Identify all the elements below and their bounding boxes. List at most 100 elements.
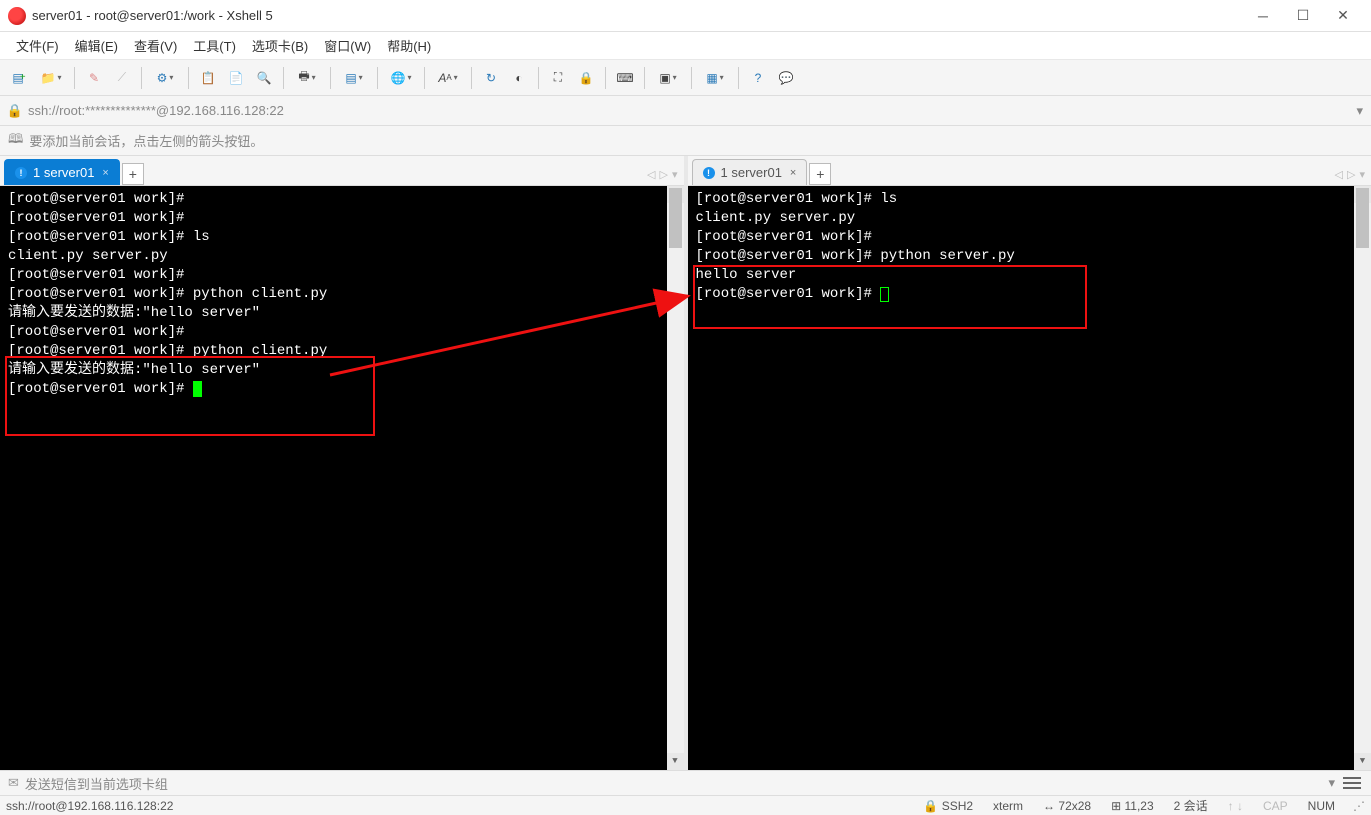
encoding-icon[interactable]: 🌐 [384,65,418,91]
term-line: hello server [696,266,1366,285]
feedback-icon[interactable]: 💬 [773,65,799,91]
toolbar-separator [424,67,425,89]
toolbar-separator [377,67,378,89]
fullscreen-icon[interactable]: ⛶ [545,65,571,91]
theme-icon[interactable]: ▤ [337,65,371,91]
edit-session-icon[interactable]: ✎ [81,65,107,91]
menu-file[interactable]: 文件(F) [10,32,65,59]
term-line: 请输入要发送的数据:"hello server" [8,304,678,323]
status-term: xterm [989,799,1027,813]
tab-next-icon[interactable]: ▷ [660,168,668,181]
scroll-thumb[interactable] [1356,188,1369,248]
tab-prev-icon[interactable]: ◁ [1335,168,1343,181]
tab-nav-left: ◁ ▷ ▾ [647,168,677,181]
menubar: 文件(F) 编辑(E) 查看(V) 工具(T) 选项卡(B) 窗口(W) 帮助(… [0,32,1371,60]
quick-command-icon[interactable]: ◐ [506,65,532,91]
address-bar[interactable]: 🔒 ssh://root:**************@192.168.116.… [0,96,1371,126]
menu-window[interactable]: 窗口(W) [318,32,377,59]
scroll-down-icon[interactable]: ▼ [667,753,684,770]
toolbar-separator [330,67,331,89]
term-line: [root@server01 work]# ls [8,228,678,247]
panel-left: 1 server01 × + ◁ ▷ ▾ [root@server01 work… [0,156,688,770]
lock-icon[interactable]: 🔒 [573,65,599,91]
close-button[interactable]: ✕ [1323,0,1363,32]
new-session-icon[interactable]: ▤+ [6,65,32,91]
status-sessions: 2 会话 [1170,797,1212,814]
terminal-left[interactable]: [root@server01 work]# [root@server01 wor… [0,186,684,770]
minimize-button[interactable]: ─ [1243,0,1283,32]
status-updown-icon: ↑ ↓ [1224,799,1247,813]
panel-right: 1 server01 × + ◁ ▷ ▾ [root@server01 work… [688,156,1371,770]
term-line: [root@server01 work]# [8,209,678,228]
status-num: NUM [1304,799,1339,813]
toolbar-separator [141,67,142,89]
tab-list-icon[interactable]: ▾ [672,168,678,181]
menu-help[interactable]: 帮助(H) [381,32,437,59]
bookmark-icon[interactable]: 🕮 [8,130,23,152]
keyboard-icon[interactable]: ⌨ [612,65,638,91]
term-line: client.py server.py [8,247,678,266]
hamburger-icon[interactable] [1341,774,1363,792]
help-icon[interactable]: ? [745,65,771,91]
new-tab-button[interactable]: + [809,163,831,185]
new-tab-icon[interactable]: ▣ [651,65,685,91]
address-text: ssh://root:**************@192.168.116.12… [28,103,284,118]
tab-prev-icon[interactable]: ◁ [647,168,655,181]
term-line: [root@server01 work]# [8,323,678,342]
paste-icon[interactable]: 📄 [223,65,249,91]
send-dropdown-icon[interactable]: ▾ [1328,775,1335,791]
cursor-icon [880,287,889,302]
scroll-down-icon[interactable]: ▼ [1354,753,1371,770]
tab-row-left: 1 server01 × + ◁ ▷ ▾ [0,156,684,186]
term-line: [root@server01 work]# ls [696,190,1366,209]
new-tab-button[interactable]: + [122,163,144,185]
status-pos: ⊞ 11,23 [1107,799,1158,813]
term-line: [root@server01 work]# python client.py [8,285,678,304]
toolbar-separator [471,67,472,89]
tab-close-icon[interactable]: × [102,167,108,179]
toolbar-separator [644,67,645,89]
layout-icon[interactable]: ▦ [698,65,732,91]
toolbar-separator [691,67,692,89]
copy-icon[interactable]: 📋 [195,65,221,91]
font-icon[interactable]: AA [431,65,465,91]
tip-bar: 🕮 要添加当前会话，点击左侧的箭头按钮。 [0,126,1371,156]
tab-close-icon[interactable]: × [790,167,796,179]
status-bar: ssh://root@192.168.116.128:22 🔒 SSH2 xte… [0,795,1371,815]
scrollbar-right[interactable]: ▲ ▼ [1354,186,1371,770]
find-icon[interactable]: 🔍 [251,65,277,91]
disconnect-icon[interactable]: ⟋ [109,65,135,91]
status-cap: CAP [1259,799,1292,813]
tab-label: 1 server01 [33,165,94,180]
tab-status-icon [15,167,27,179]
tab-list-icon[interactable]: ▾ [1359,168,1365,181]
term-line: [root@server01 work]# [8,266,678,285]
properties-icon[interactable]: ⚙ [148,65,182,91]
term-line: 请输入要发送的数据:"hello server" [8,361,678,380]
tab-row-right: 1 server01 × + ◁ ▷ ▾ [688,156,1371,186]
send-placeholder: 发送短信到当前选项卡组 [25,774,168,793]
resize-grip-icon[interactable]: ⋰ [1351,799,1365,813]
tab-server01-right[interactable]: 1 server01 × [692,159,808,185]
send-bar[interactable]: ✉ 发送短信到当前选项卡组 ▾ [0,770,1371,795]
menu-edit[interactable]: 编辑(E) [69,32,124,59]
toolbar-separator [283,67,284,89]
tip-text: 要添加当前会话，点击左侧的箭头按钮。 [29,131,263,150]
terminal-right[interactable]: [root@server01 work]# ls client.py serve… [688,186,1371,770]
menu-view[interactable]: 查看(V) [128,32,183,59]
toolbar-separator [738,67,739,89]
cursor-icon [193,381,202,397]
address-dropdown-icon[interactable]: ▾ [1356,103,1363,119]
maximize-button[interactable]: ☐ [1283,0,1323,32]
send-icon[interactable]: ✉ [8,775,19,791]
open-session-icon[interactable]: 📁 [34,65,68,91]
scroll-thumb[interactable] [669,188,682,248]
menu-tab[interactable]: 选项卡(B) [246,32,314,59]
menu-tools[interactable]: 工具(T) [187,32,242,59]
refresh-icon[interactable]: ↻ [478,65,504,91]
print-icon[interactable]: 🖶 [290,65,324,91]
scrollbar-left[interactable]: ▲ ▼ [667,186,684,770]
tab-next-icon[interactable]: ▷ [1347,168,1355,181]
tab-server01-left[interactable]: 1 server01 × [4,159,120,185]
tab-status-icon [703,167,715,179]
